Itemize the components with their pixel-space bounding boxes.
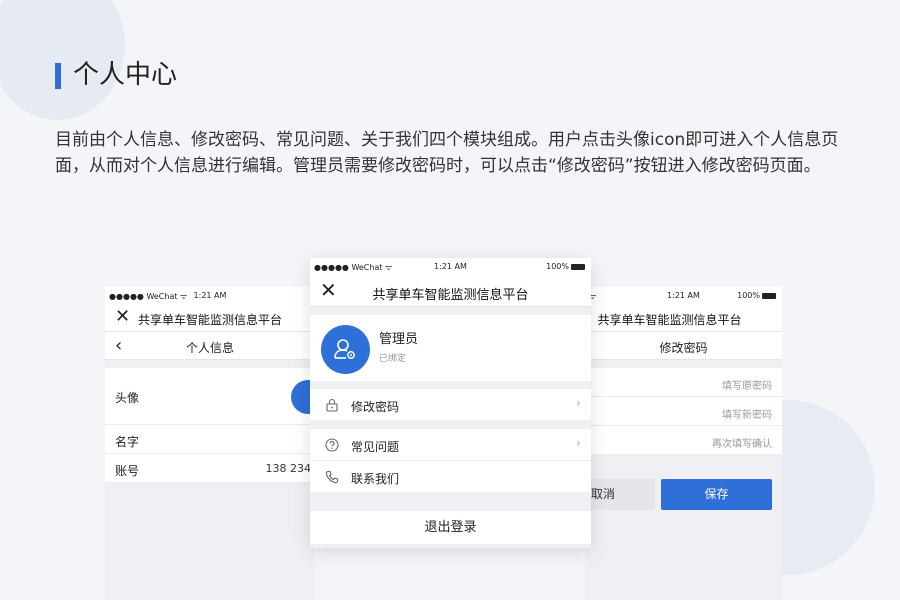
title-accent-bar [55, 63, 61, 89]
old-password-placeholder: 填写原密码 [722, 381, 772, 392]
lock-icon [326, 398, 338, 412]
chevron-right-icon: › [575, 396, 581, 411]
app-navbar: 共享单车智能监测信息平台 [585, 304, 782, 332]
account-label: 账号 [115, 464, 140, 478]
avatar-label: 头像 [115, 391, 140, 405]
menu-item-contact-us[interactable]: 联系我们 [310, 461, 591, 493]
bound-status: 已绑定 [379, 354, 407, 364]
app-title: 共享单车智能监测信息平台 [372, 288, 529, 303]
question-icon [325, 438, 339, 452]
chevron-right-icon: › [575, 436, 581, 451]
confirm-password-placeholder: 再次填写确认 [712, 439, 772, 450]
menu-item-change-password[interactable]: 修改密码 › [310, 389, 591, 421]
page-title: 个人中心 [73, 60, 178, 90]
account-value: 138 234 [265, 462, 312, 475]
menu-item-label: 修改密码 [351, 400, 400, 414]
battery-icon [762, 292, 776, 299]
profile-card[interactable]: 管理员 已绑定 [310, 315, 591, 381]
user-name: 管理员 [379, 332, 419, 347]
page-description: 目前由个人信息、修改密码、常见问题、关于我们四个模块组成。用户点击头像icon即… [55, 130, 839, 176]
app-navbar: ✕ 共享单车智能监测信息平台 [310, 275, 591, 307]
user-settings-icon [334, 339, 355, 359]
account-row[interactable]: 账号 138 234 [105, 454, 315, 483]
phone-personal-info: ●●●●● WeChat ᯤ 1:21 AM ✕ 共享单车智能监测信息平台 ‹ … [105, 287, 325, 600]
old-password-field[interactable]: 填写原密码 [585, 368, 782, 397]
phone-personal-center: ●●●●● WeChat ᯤ 1:21 AM 100% ✕ 共享单车智能监测信息… [310, 258, 591, 548]
phone-change-password: ᯤ 1:21 AM 100% 共享单车智能监测信息平台 修改密码 填写原密码 填… [585, 287, 782, 600]
status-bar: ᯤ 1:21 AM 100% [585, 287, 782, 304]
confirm-password-field[interactable]: 再次填写确认 [585, 426, 782, 455]
avatar[interactable] [321, 325, 370, 374]
battery-indicator: 100% [546, 262, 585, 271]
phone-icon [325, 470, 339, 484]
status-bar: ●●●●● WeChat ᯤ 1:21 AM [105, 287, 315, 304]
avatar-row[interactable]: 头像 [105, 368, 325, 425]
sub-title: 修改密码 [659, 341, 708, 355]
app-title: 共享单车智能监测信息平台 [137, 313, 282, 327]
status-time: 1:21 AM [193, 291, 227, 300]
cancel-button[interactable]: 取消 [585, 479, 655, 510]
menu-item-faq[interactable]: 常见问题 › [310, 429, 591, 461]
menu-item-label: 常见问题 [351, 440, 400, 454]
new-password-field[interactable]: 填写新密码 [585, 397, 782, 426]
new-password-placeholder: 填写新密码 [722, 410, 772, 421]
name-row[interactable]: 名字 [105, 425, 315, 454]
save-button[interactable]: 保存 [661, 479, 772, 510]
app-navbar: ✕ 共享单车智能监测信息平台 [105, 304, 315, 332]
menu-item-label: 联系我们 [351, 472, 400, 486]
sub-title: 个人信息 [185, 341, 234, 355]
name-label: 名字 [115, 435, 140, 449]
status-bar: ●●●●● WeChat ᯤ 1:21 AM 100% [310, 258, 591, 275]
battery-icon [571, 263, 585, 270]
sub-navbar: 修改密码 [585, 332, 782, 360]
logout-button[interactable]: 退出登录 [310, 511, 591, 544]
sub-navbar: ‹ 个人信息 [105, 332, 315, 360]
battery-indicator: 100% [737, 291, 776, 300]
